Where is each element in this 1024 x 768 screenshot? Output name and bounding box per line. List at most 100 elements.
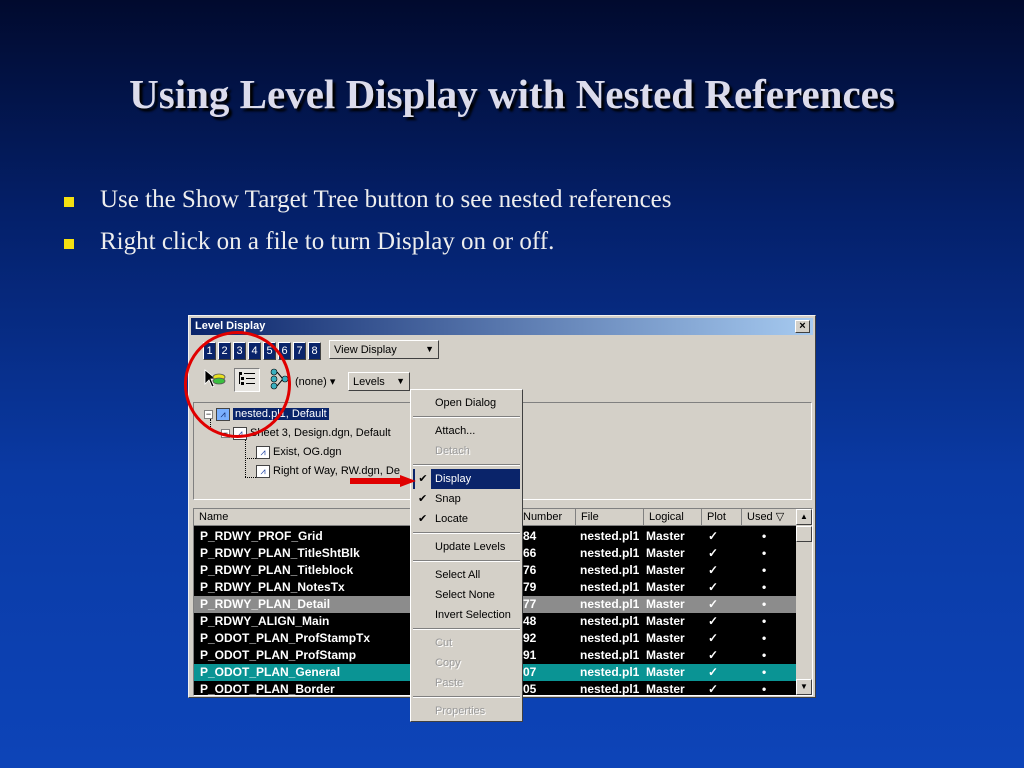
tree-node-label: Exist, OG.dgn	[273, 446, 342, 458]
level-button-8[interactable]: 8	[308, 342, 321, 360]
menu-item-display[interactable]: ✔ Display	[413, 469, 520, 489]
column-header-file[interactable]: File	[576, 509, 644, 526]
tree-node-label: Sheet 3, Design.dgn, Default	[250, 427, 391, 439]
level-file: nested.pl1	[580, 529, 640, 543]
menu-separator	[413, 416, 520, 418]
level-name: P_ODOT_PLAN_Border	[200, 682, 335, 696]
column-header-logical[interactable]: Logical	[644, 509, 702, 526]
vertical-scrollbar[interactable]: ▲ ▼	[796, 509, 812, 695]
menu-item-label: Copy	[435, 657, 461, 669]
level-number: 92	[523, 631, 537, 645]
plot-check-icon[interactable]: ✓	[708, 597, 718, 611]
levels-label: Levels	[353, 376, 385, 388]
plot-check-icon[interactable]: ✓	[708, 580, 718, 594]
check-icon: ✔	[418, 513, 428, 525]
used-dot-icon: •	[762, 529, 767, 543]
plot-check-icon[interactable]: ✓	[708, 682, 718, 695]
used-dot-icon: •	[762, 631, 767, 645]
level-number: 91	[523, 648, 537, 662]
menu-item-label: Locate	[435, 513, 469, 525]
menu-item-select-all[interactable]: Select All	[413, 565, 520, 585]
level-name: P_ODOT_PLAN_General	[200, 665, 341, 679]
level-name: P_ODOT_PLAN_ProfStamp	[200, 648, 357, 662]
plot-check-icon[interactable]: ✓	[708, 665, 718, 679]
levels-dropdown[interactable]: Levels ▼	[348, 372, 410, 391]
level-number: 07	[523, 665, 537, 679]
level-logical: Master	[646, 614, 685, 628]
bullet-marker-icon	[64, 197, 74, 207]
level-file: nested.pl1	[580, 563, 640, 577]
level-number: 05	[523, 682, 537, 696]
view-display-dropdown[interactable]: View Display ▼	[329, 340, 439, 359]
level-file: nested.pl1	[580, 631, 640, 645]
scroll-down-icon[interactable]: ▼	[796, 679, 812, 695]
tree-node-exist[interactable]: ⩘ Exist, OG.dgn	[256, 445, 341, 461]
menu-item-invert-selection[interactable]: Invert Selection	[413, 605, 520, 625]
bullet-marker-icon	[64, 239, 74, 249]
level-number: 84	[523, 529, 537, 543]
level-logical: Master	[646, 563, 685, 577]
menu-item-attach[interactable]: Attach...	[413, 421, 520, 441]
level-name: P_RDWY_PROF_Grid	[200, 529, 323, 543]
bullet-item: Right click on a file to turn Display on…	[64, 228, 671, 270]
column-header-number[interactable]: Number	[518, 509, 576, 526]
level-button-7[interactable]: 7	[293, 342, 306, 360]
level-file: nested.pl1	[580, 580, 640, 594]
menu-item-paste: Paste	[413, 673, 520, 693]
menu-item-detach: Detach	[413, 441, 520, 461]
menu-item-update-levels[interactable]: Update Levels	[413, 537, 520, 557]
scroll-up-icon[interactable]: ▲	[796, 509, 812, 525]
used-dot-icon: •	[762, 563, 767, 577]
menu-separator	[413, 696, 520, 698]
level-name: P_RDWY_PLAN_Titleblock	[200, 563, 354, 577]
level-name: P_RDWY_PLAN_NotesTx	[200, 580, 345, 594]
bullet-item: Use the Show Target Tree button to see n…	[64, 186, 671, 228]
used-dot-icon: •	[762, 648, 767, 662]
level-logical: Master	[646, 580, 685, 594]
level-number: 48	[523, 614, 537, 628]
column-header-used[interactable]: Used ▽	[742, 509, 798, 526]
level-number: 66	[523, 546, 537, 560]
level-logical: Master	[646, 631, 685, 645]
plot-check-icon[interactable]: ✓	[708, 648, 718, 662]
bullet-list: Use the Show Target Tree button to see n…	[64, 186, 671, 270]
used-dot-icon: •	[762, 665, 767, 679]
file-icon: ⩘	[256, 445, 270, 459]
plot-check-icon[interactable]: ✓	[708, 529, 718, 543]
menu-item-locate[interactable]: ✔ Locate	[413, 509, 520, 529]
menu-item-open-dialog[interactable]: Open Dialog	[413, 393, 520, 413]
menu-separator	[413, 464, 520, 466]
menu-item-label: Paste	[435, 677, 464, 689]
dialog-titlebar[interactable]: Level Display ×	[191, 318, 813, 335]
level-file: nested.pl1	[580, 614, 640, 628]
close-button[interactable]: ×	[795, 320, 810, 333]
level-logical: Master	[646, 529, 685, 543]
menu-item-select-none[interactable]: Select None	[413, 585, 520, 605]
level-number: 79	[523, 580, 537, 594]
menu-item-label: Update Levels	[435, 541, 506, 553]
menu-separator	[413, 532, 520, 534]
level-logical: Master	[646, 682, 685, 696]
column-header-plot[interactable]: Plot	[702, 509, 742, 526]
level-file: nested.pl1	[580, 648, 640, 662]
plot-check-icon[interactable]: ✓	[708, 563, 718, 577]
dialog-title: Level Display	[195, 320, 266, 332]
plot-check-icon[interactable]: ✓	[708, 631, 718, 645]
level-number: 77	[523, 597, 537, 611]
level-name: P_RDWY_ALIGN_Main	[200, 614, 330, 628]
level-logical: Master	[646, 546, 685, 560]
menu-item-label: Attach...	[435, 425, 476, 437]
scroll-thumb[interactable]	[796, 526, 812, 542]
menu-item-snap[interactable]: ✔ Snap	[413, 489, 520, 509]
menu-item-label: Cut	[435, 637, 453, 649]
level-file: nested.pl1	[580, 597, 640, 611]
plot-check-icon[interactable]: ✓	[708, 546, 718, 560]
plot-check-icon[interactable]: ✓	[708, 614, 718, 628]
level-filter-dropdown[interactable]: (none) ▾	[295, 375, 335, 388]
chevron-down-icon: ▼	[396, 376, 405, 386]
menu-item-label: Open Dialog	[435, 397, 497, 409]
used-dot-icon: •	[762, 682, 767, 696]
menu-separator	[413, 560, 520, 562]
highlight-circle	[184, 331, 291, 438]
menu-item-properties: Properties	[413, 701, 520, 721]
